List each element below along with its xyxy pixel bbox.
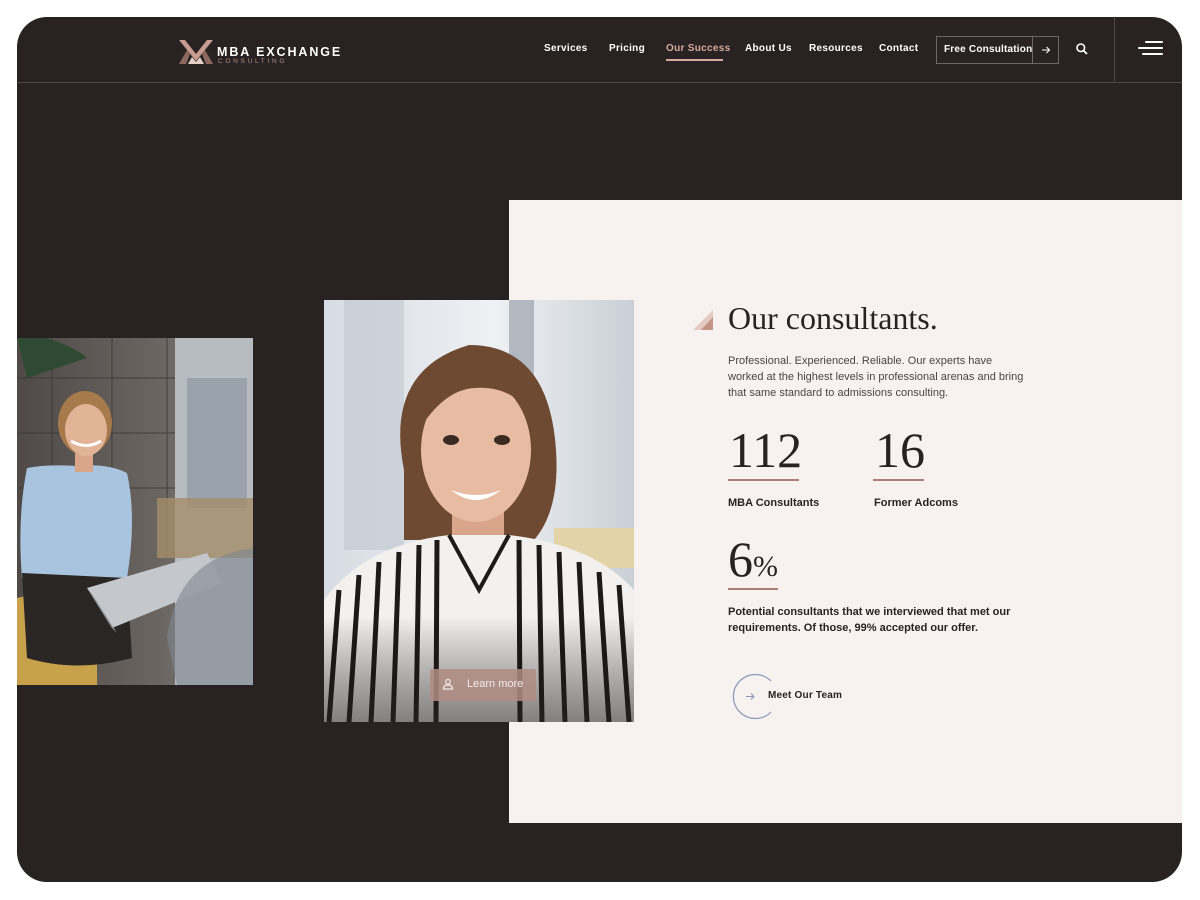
nav-services[interactable]: Services [544,43,588,59]
stat-label-consultants: MBA Consultants [728,497,820,509]
nav-active-indicator [666,59,723,61]
learn-more-label: Learn more [467,678,524,690]
logo-mark-icon [179,40,213,64]
meet-our-team-label: Meet Our Team [768,690,843,701]
site-header: MBA EXCHANGE CONSULTING Services Pricing… [17,17,1182,83]
section-description: Professional. Experienced. Reliable. Our… [728,355,1024,399]
cta-divider [1032,37,1033,63]
learn-more-button[interactable]: Learn more [430,669,536,701]
stat-number-adcoms: 16 [875,422,925,478]
hamburger-menu-icon[interactable] [1138,41,1163,59]
consultant-photo-portrait: Learn more [324,300,634,722]
nav-our-success[interactable]: Our Success [666,43,730,59]
section-title: Our consultants. [728,300,938,336]
brand-name: MBA EXCHANGE [217,45,343,59]
nav-contact[interactable]: Contact [879,43,918,59]
free-consultation-button[interactable]: Free Consultation [936,36,1059,64]
user-icon [442,678,454,690]
brand-subtitle: CONSULTING [218,58,288,65]
page-frame: MBA EXCHANGE CONSULTING Services Pricing… [17,17,1182,882]
nav-pricing[interactable]: Pricing [609,43,645,59]
stat-label-percent: Potential consultants that we interviewe… [728,606,1011,634]
nav-about-us[interactable]: About Us [745,43,792,59]
stat-underline [728,588,778,590]
free-consultation-label: Free Consultation [944,44,1033,55]
search-icon[interactable] [1075,42,1089,56]
stat-number-percent: 6% [728,534,778,584]
nav-resources[interactable]: Resources [809,43,863,59]
arrow-right-icon [1042,46,1051,54]
stat-number-percent-value: 6 [728,531,753,587]
stat-label-adcoms: Former Adcoms [874,497,958,509]
stat-percent-sign: % [753,550,778,583]
stat-underline [873,479,924,481]
consultant-photo-laptop [17,338,253,685]
brand-logo[interactable]: MBA EXCHANGE CONSULTING [179,38,343,68]
meet-our-team-button[interactable]: Meet Our Team [728,673,868,720]
triangle-accent-icon [693,310,713,330]
stat-number-consultants: 112 [729,422,803,478]
stat-underline [728,479,799,481]
header-divider [1114,17,1115,83]
